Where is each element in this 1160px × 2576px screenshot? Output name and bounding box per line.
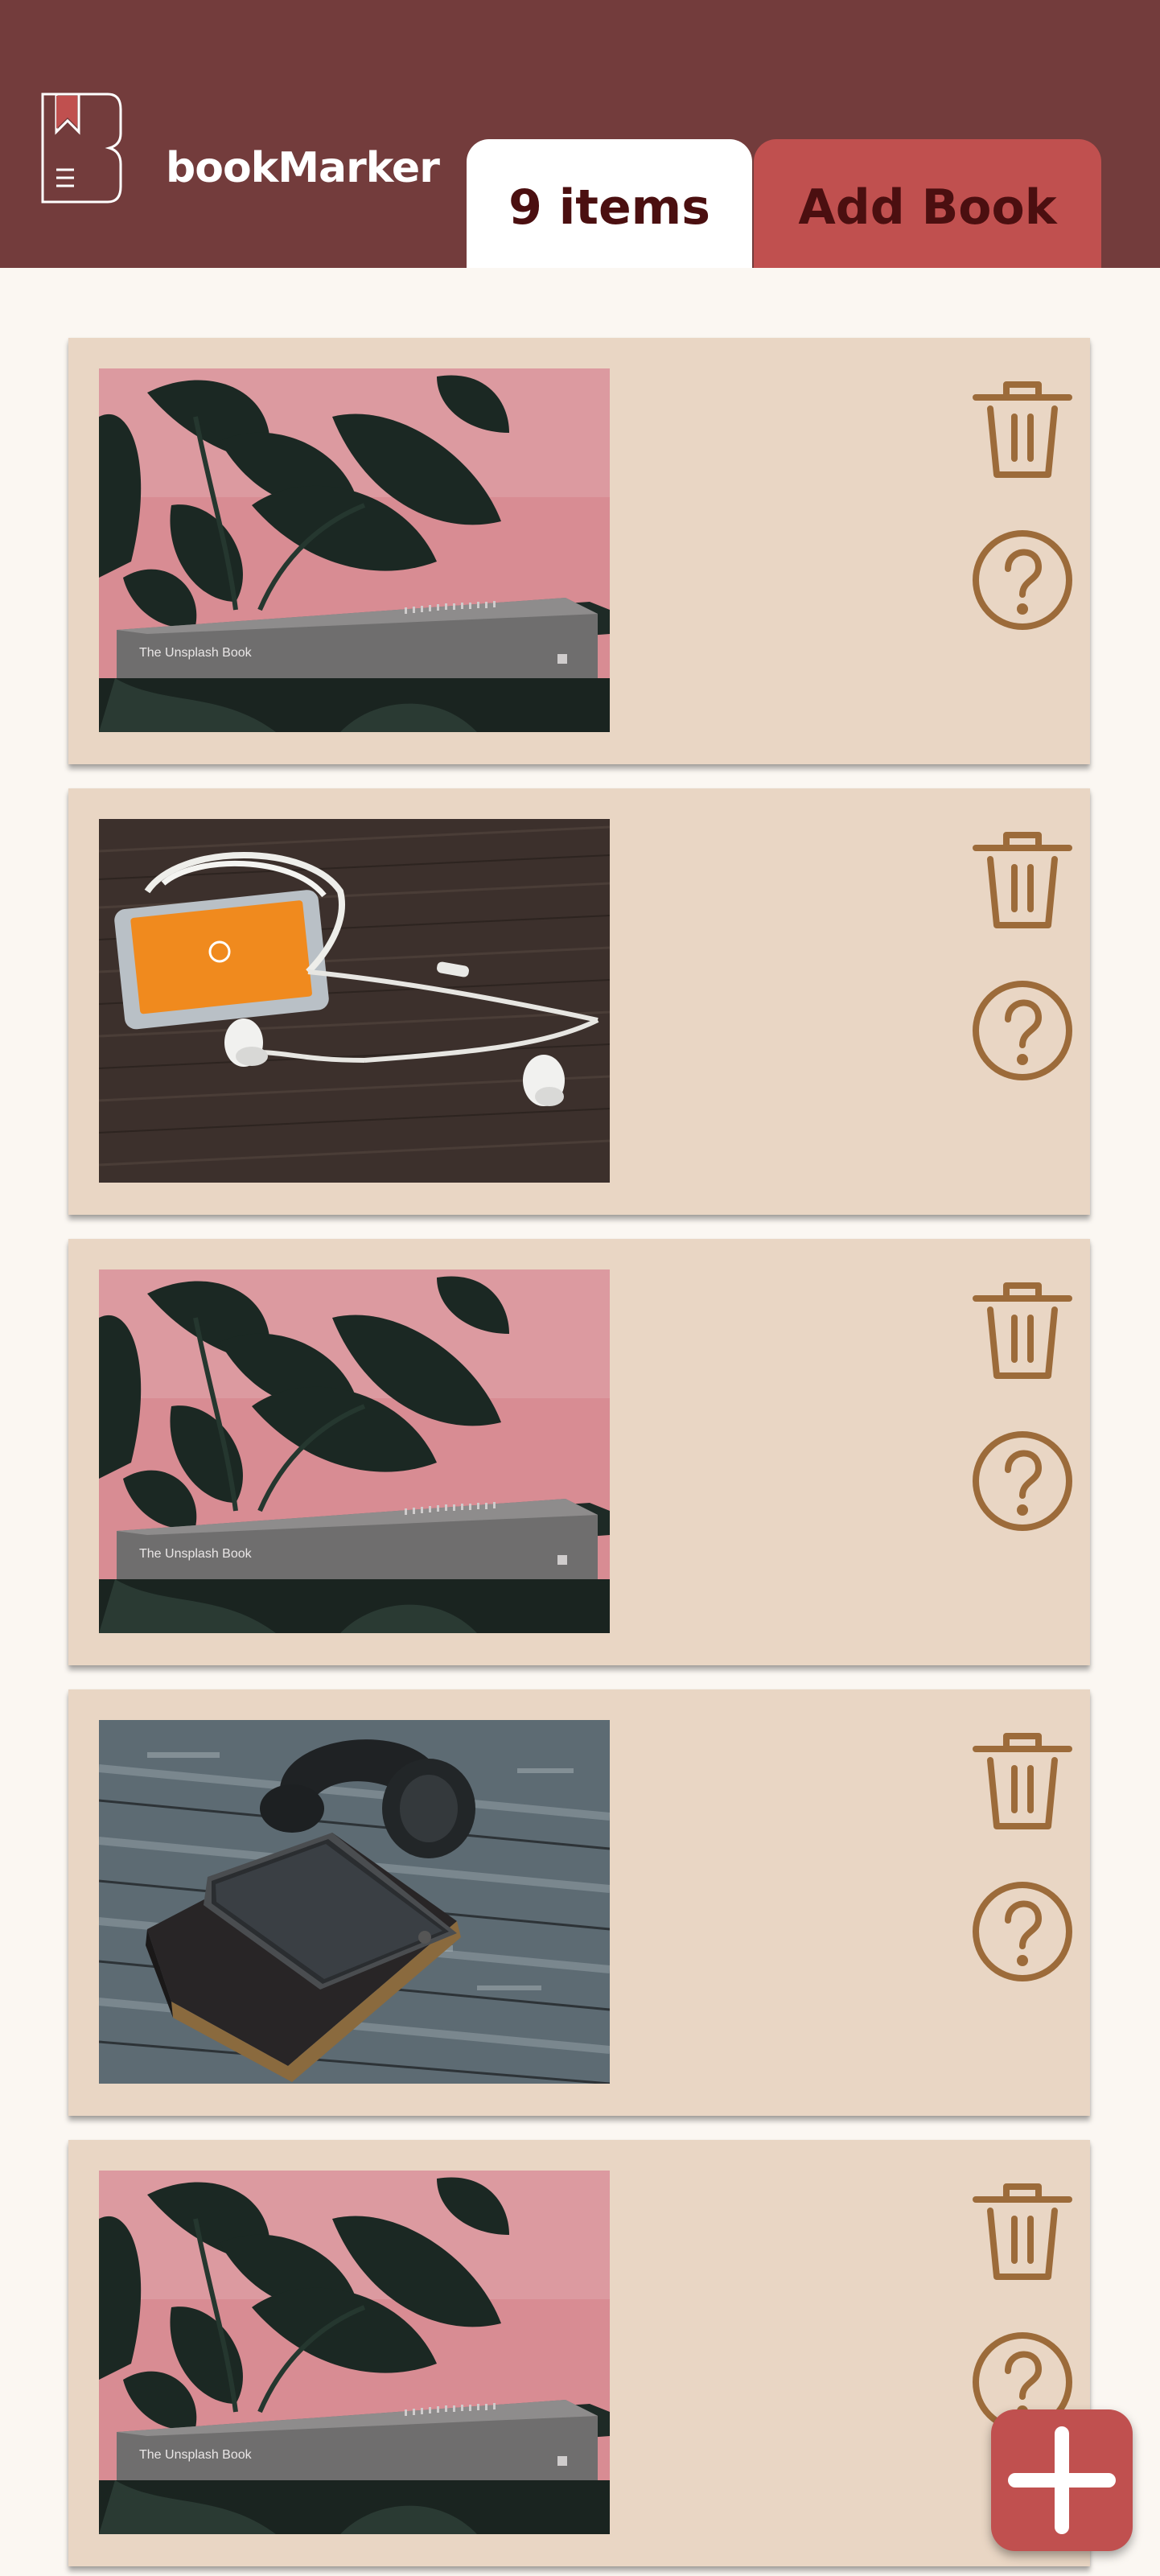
trash-icon[interactable] [969, 1279, 1076, 1385]
trash-icon[interactable] [969, 829, 1076, 935]
app-brand-title: bookMarker [166, 144, 440, 192]
book-cover-text: The Unsplash Book [139, 2448, 253, 2462]
plant-book-photo: The Unsplash Book [99, 1269, 610, 1633]
plus-icon [1008, 2426, 1116, 2534]
bookmark-card: The Unsplash Book [68, 2140, 1090, 2566]
trash-icon[interactable] [969, 378, 1076, 484]
phone-earphones-photo [99, 819, 610, 1183]
plant-book-photo: The Unsplash Book [99, 368, 610, 732]
book-cover-image[interactable]: The Unsplash Book [99, 2171, 610, 2534]
add-book-fab-button[interactable] [991, 2409, 1133, 2551]
book-cover-image[interactable]: The Unsplash Book [99, 368, 610, 732]
book-cover-text: The Unsplash Book [139, 1547, 253, 1561]
bookmark-card: The Unsplash Book [68, 1239, 1090, 1665]
book-cover-text: The Unsplash Book [139, 646, 253, 660]
book-cover-image[interactable] [99, 1720, 610, 2084]
plant-book-photo: The Unsplash Book [99, 2171, 610, 2534]
phone-headphones-notebook-photo [99, 1720, 610, 2084]
question-circle-icon[interactable] [969, 1879, 1076, 1985]
app-header: bookMarker 9 items Add Book [0, 0, 1160, 268]
bookmarker-logo-icon [41, 93, 122, 204]
tab-add-book[interactable]: Add Book [754, 139, 1101, 268]
question-circle-icon[interactable] [969, 1428, 1076, 1534]
bookmark-card: The Unsplash Book [68, 338, 1090, 764]
trash-icon[interactable] [969, 2180, 1076, 2286]
tab-items-count[interactable]: 9 items [467, 139, 752, 268]
trash-icon[interactable] [969, 1730, 1076, 1836]
question-circle-icon[interactable] [969, 527, 1076, 633]
book-cover-image[interactable] [99, 819, 610, 1183]
question-circle-icon[interactable] [969, 977, 1076, 1084]
bookmark-card [68, 1689, 1090, 2116]
book-cover-image[interactable]: The Unsplash Book [99, 1269, 610, 1633]
bookmark-card [68, 788, 1090, 1215]
